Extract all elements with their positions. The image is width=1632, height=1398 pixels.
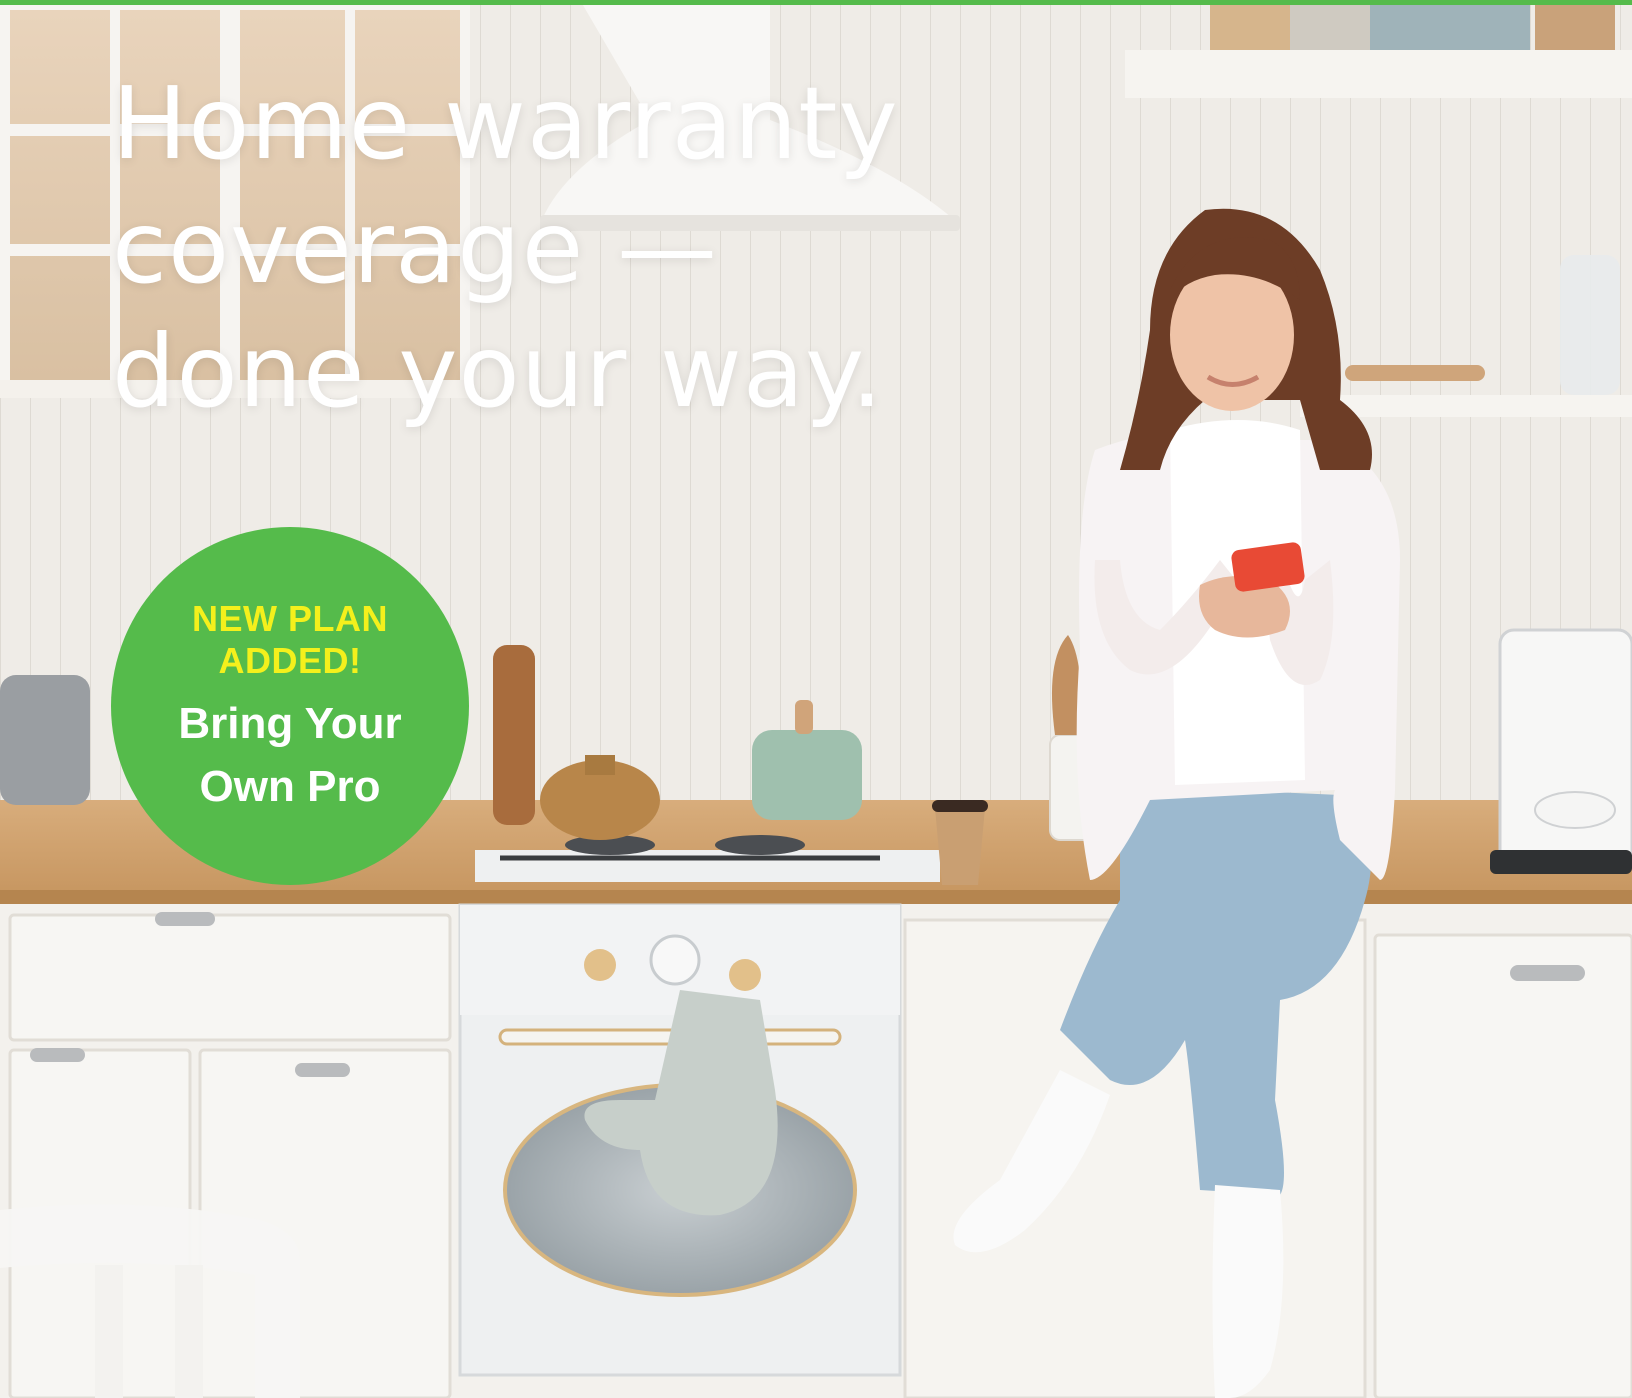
headline-line-2: coverage — bbox=[112, 189, 719, 306]
headline: Home warranty coverage — done your way. bbox=[112, 62, 899, 434]
badge-tag-line-2: ADDED! bbox=[218, 640, 362, 681]
badge-plan-name-line-1: Bring Your bbox=[178, 699, 402, 748]
new-plan-badge: NEW PLAN ADDED! Bring Your Own Pro bbox=[111, 527, 469, 885]
badge-plan-name-line-2: Own Pro bbox=[199, 762, 381, 811]
badge-tag-line-1: NEW PLAN bbox=[192, 598, 388, 639]
top-accent-bar bbox=[0, 0, 1632, 5]
headline-line-1: Home warranty bbox=[112, 65, 899, 182]
promo-banner: Home warranty coverage — done your way. … bbox=[0, 0, 1632, 1398]
headline-line-3: done your way. bbox=[112, 313, 884, 430]
